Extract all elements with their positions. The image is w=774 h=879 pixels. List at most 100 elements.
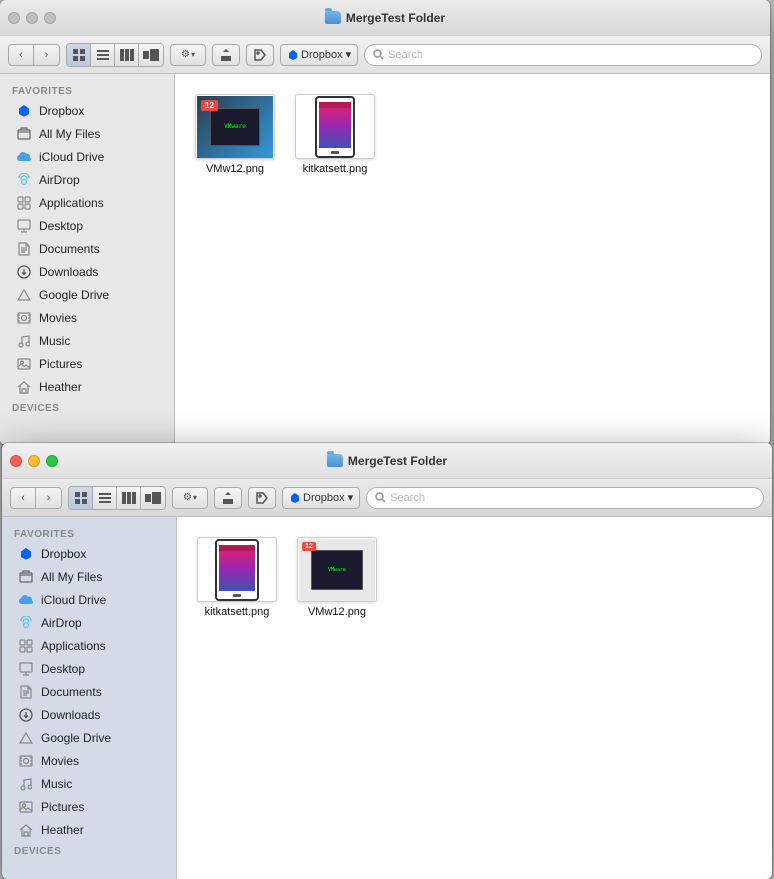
sidebar-item-icloud-1[interactable]: iCloud Drive — [4, 146, 170, 168]
traffic-lights-2[interactable] — [10, 455, 58, 467]
forward-button-1[interactable]: › — [34, 44, 60, 66]
file-name-vmw12-1: VMw12.png — [206, 163, 264, 175]
nav-buttons-2[interactable]: ‹ › — [10, 487, 62, 509]
sidebar-label-dropbox-1: Dropbox — [39, 104, 84, 118]
minimize-button-1[interactable] — [26, 12, 38, 24]
sidebar-label-applications-2: Applications — [41, 639, 106, 653]
kitkat-preview-1 — [315, 96, 355, 158]
list-view-button-2[interactable] — [93, 487, 117, 509]
file-item-kitkat-1[interactable]: kitkatsett.png — [295, 94, 375, 175]
all-my-files-icon-1 — [16, 126, 32, 142]
sidebar-item-pictures-1[interactable]: Pictures — [4, 353, 170, 375]
sidebar-item-applications-1[interactable]: Applications — [4, 192, 170, 214]
close-button-2[interactable] — [10, 455, 22, 467]
sidebar-item-downloads-2[interactable]: Downloads — [6, 704, 172, 726]
file-item-vmw12-2[interactable]: 12 VMware VMw12.png — [297, 537, 377, 618]
applications-icon-1 — [16, 195, 32, 211]
sidebar-section-devices-2: Devices — [2, 842, 176, 859]
share-button-1[interactable] — [212, 44, 240, 66]
action-button-1[interactable]: ⚙▾ — [170, 44, 206, 66]
sidebar-item-movies-1[interactable]: Movies — [4, 307, 170, 329]
sidebar-item-documents-1[interactable]: Documents — [4, 238, 170, 260]
sidebar-item-dropbox-1[interactable]: Dropbox — [4, 100, 170, 122]
maximize-button-1[interactable] — [44, 12, 56, 24]
sidebar-label-documents-1: Documents — [39, 242, 100, 256]
movies-icon-2 — [18, 753, 34, 769]
sidebar-item-applications-2[interactable]: Applications — [6, 635, 172, 657]
music-icon-1 — [16, 333, 32, 349]
file-name-kitkat-2: kitkatsett.png — [205, 606, 270, 618]
icon-view-button-1[interactable] — [67, 44, 91, 66]
nav-buttons-1[interactable]: ‹ › — [8, 44, 60, 66]
sidebar-item-desktop-1[interactable]: Desktop — [4, 215, 170, 237]
finder-window-1[interactable]: MergeTest Folder ‹ › ⚙▾ — [0, 0, 770, 445]
sidebar-1: Favorites Dropbox All My Files iC — [0, 74, 175, 445]
folder-icon-2 — [327, 454, 343, 467]
forward-button-2[interactable]: › — [36, 487, 62, 509]
window-title-1: MergeTest Folder — [325, 11, 445, 25]
view-buttons-1[interactable] — [66, 43, 164, 67]
sidebar-label-gdrive-1: Google Drive — [39, 288, 109, 302]
documents-icon-1 — [16, 241, 32, 257]
file-item-vmw12-1[interactable]: 12 VMware VMw12.png — [195, 94, 275, 175]
downloads-icon-1 — [16, 264, 32, 280]
sidebar-item-pictures-2[interactable]: Pictures — [6, 796, 172, 818]
sidebar-item-music-1[interactable]: Music — [4, 330, 170, 352]
sidebar-section-favorites-1: Favorites — [0, 82, 174, 99]
column-view-button-2[interactable] — [117, 487, 141, 509]
sidebar-item-documents-2[interactable]: Documents — [6, 681, 172, 703]
sidebar-label-airdrop-2: AirDrop — [41, 616, 82, 630]
dropbox-icon-2 — [18, 546, 34, 562]
file-item-kitkat-2[interactable]: kitkatsett.png — [197, 537, 277, 618]
column-view-button-1[interactable] — [115, 44, 139, 66]
search-bar-1[interactable]: Search — [364, 44, 762, 66]
airdrop-icon-2 — [18, 615, 34, 631]
traffic-lights-1[interactable] — [8, 12, 56, 24]
maximize-button-2[interactable] — [46, 455, 58, 467]
sidebar-label-movies-2: Movies — [41, 754, 79, 768]
airdrop-icon-1 — [16, 172, 32, 188]
sidebar-item-all-my-files-2[interactable]: All My Files — [6, 566, 172, 588]
cover-flow-button-1[interactable] — [139, 44, 163, 66]
sidebar-label-pictures-1: Pictures — [39, 357, 82, 371]
sidebar-item-gdrive-2[interactable]: Google Drive — [6, 727, 172, 749]
dropbox-toolbar-1[interactable]: Dropbox ▾ — [280, 44, 358, 66]
sidebar-item-heather-2[interactable]: Heather — [6, 819, 172, 841]
sidebar-item-icloud-2[interactable]: iCloud Drive — [6, 589, 172, 611]
sidebar-item-movies-2[interactable]: Movies — [6, 750, 172, 772]
tag-button-2[interactable] — [248, 487, 276, 509]
sidebar-label-documents-2: Documents — [41, 685, 102, 699]
sidebar-item-all-my-files-1[interactable]: All My Files — [4, 123, 170, 145]
list-view-button-1[interactable] — [91, 44, 115, 66]
sidebar-item-music-2[interactable]: Music — [6, 773, 172, 795]
back-button-2[interactable]: ‹ — [10, 487, 36, 509]
sidebar-item-airdrop-2[interactable]: AirDrop — [6, 612, 172, 634]
tag-button-1[interactable] — [246, 44, 274, 66]
search-bar-2[interactable]: Search — [366, 487, 764, 509]
sidebar-item-downloads-1[interactable]: Downloads — [4, 261, 170, 283]
sidebar-label-music-1: Music — [39, 334, 70, 348]
sidebar-label-all-my-files-1: All My Files — [39, 127, 100, 141]
dropbox-toolbar-2[interactable]: Dropbox ▾ — [282, 487, 360, 509]
action-button-2[interactable]: ⚙▾ — [172, 487, 208, 509]
icon-view-button-2[interactable] — [69, 487, 93, 509]
sidebar-item-dropbox-2[interactable]: Dropbox — [6, 543, 172, 565]
sidebar-item-airdrop-1[interactable]: AirDrop — [4, 169, 170, 191]
sidebar-label-applications-1: Applications — [39, 196, 104, 210]
sidebar-section-devices-1: Devices — [0, 399, 174, 416]
desktop-icon-2 — [18, 661, 34, 677]
share-button-2[interactable] — [214, 487, 242, 509]
sidebar-label-pictures-2: Pictures — [41, 800, 84, 814]
minimize-button-2[interactable] — [28, 455, 40, 467]
view-buttons-2[interactable] — [68, 486, 166, 510]
file-name-kitkat-1: kitkatsett.png — [303, 163, 368, 175]
sidebar-label-dropbox-2: Dropbox — [41, 547, 86, 561]
sidebar-item-heather-1[interactable]: Heather — [4, 376, 170, 398]
sidebar-item-desktop-2[interactable]: Desktop — [6, 658, 172, 680]
cover-flow-button-2[interactable] — [141, 487, 165, 509]
sidebar-item-gdrive-1[interactable]: Google Drive — [4, 284, 170, 306]
back-button-1[interactable]: ‹ — [8, 44, 34, 66]
close-button-1[interactable] — [8, 12, 20, 24]
file-name-vmw12-2: VMw12.png — [308, 606, 366, 618]
finder-window-2[interactable]: MergeTest Folder ‹ › ⚙▾ — [2, 443, 772, 879]
